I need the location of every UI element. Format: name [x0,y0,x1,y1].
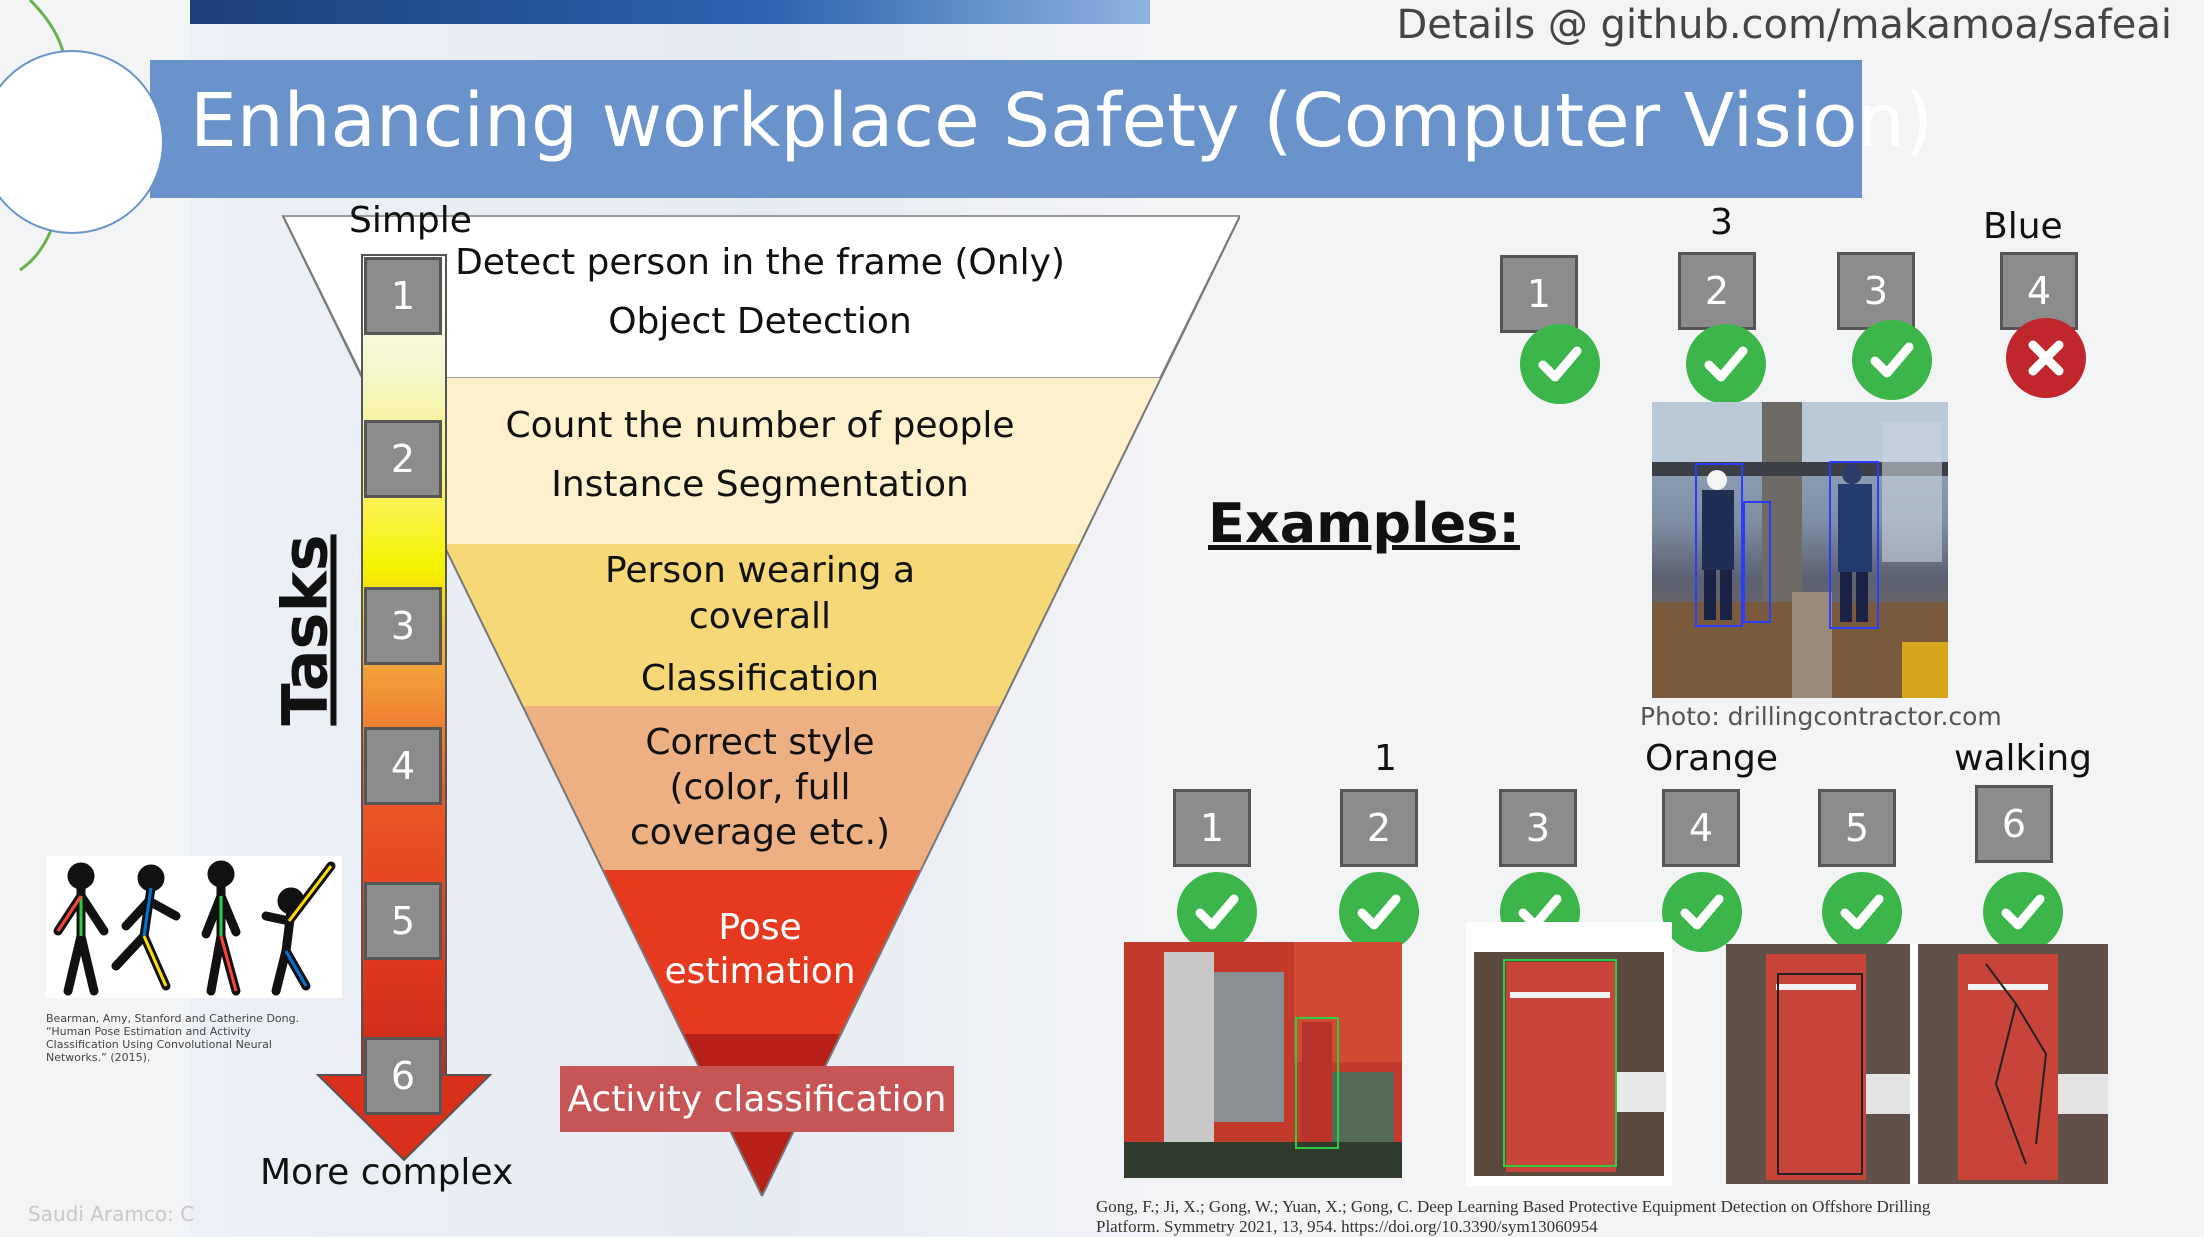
pose-estimation-figures [46,856,342,998]
level-5-text: Pose estimation [610,906,910,994]
top-value-4: Blue [1983,206,2063,247]
check-icon [2001,894,2045,930]
level-4-line-1: Correct style [645,722,875,763]
bottom-value-6: walking [1954,738,2093,779]
bottom-check-6 [1983,872,2063,952]
task-step-5: 5 [364,882,442,960]
level-1-task: Detect person in the frame (Only) [455,242,1065,283]
bottom-step-6: 6 [1975,785,2053,863]
bottom-check-2 [1339,872,1419,952]
task-step-2: 2 [364,420,442,498]
check-icon [1680,894,1724,930]
offshore-photo-3 [1726,944,2108,1184]
top-step-1: 1 [1500,255,1578,333]
task-step-4: 4 [364,727,442,805]
activity-classification-box: Activity classification [560,1066,954,1132]
tasks-axis-label: Tasks [268,534,342,726]
bottom-step-1: 1 [1173,789,1251,867]
top-cross-4 [2006,318,2086,398]
check-icon [1840,894,1884,930]
more-complex-label: More complex [260,1152,514,1193]
simple-label: Simple [349,200,472,241]
level-5-line-2: estimation [664,951,856,992]
top-value-2: 3 [1710,202,1733,243]
level-3-method: Classification [640,658,880,699]
bottom-check-5 [1822,872,1902,952]
reference-line-1: Gong, F.; Ji, X.; Gong, W.; Yuan, X.; Go… [1096,1197,1931,1216]
level-3-task-b: coverall [688,596,832,637]
level-2-text: Count the number of people Instance Segm… [450,405,1070,505]
bottom-check-4 [1662,872,1742,952]
top-check-2 [1686,324,1766,404]
pose-stick-figures-image [53,860,336,996]
check-icon [1538,346,1582,382]
level-1-text: Detect person in the frame (Only) Object… [450,242,1070,342]
reference-line-2: Platform. Symmetry 2021, 13, 954. https:… [1096,1217,1598,1236]
check-icon [1195,894,1239,930]
drilling-photo-illustration [1652,402,1948,698]
top-step-2: 2 [1678,252,1756,330]
offshore-photo-1 [1124,942,1402,1178]
offshore-photo-2 [1466,922,1672,1186]
level-3-text: Person wearing a coverall Classification [500,548,1020,702]
level-4-line-2: (color, full [669,767,851,808]
task-step-1: 1 [364,257,442,335]
bottom-step-2: 2 [1340,789,1418,867]
level-5-line-1: Pose [718,907,802,948]
bottom-value-2: 1 [1374,738,1397,779]
details-link[interactable]: Details @ github.com/makamoa/safeai [1396,2,2172,48]
check-icon [1870,342,1914,378]
task-step-6: 6 [364,1037,442,1115]
footer-company: Saudi Aramco: C [28,1202,195,1226]
check-icon [1704,346,1748,382]
level-4-line-3: coverage etc.) [629,812,891,853]
check-icon [1357,894,1401,930]
bottom-step-5: 5 [1818,789,1896,867]
pose-citation: Bearman, Amy, Stanford and Catherine Don… [46,1012,300,1064]
level-2-task: Count the number of people [505,405,1015,446]
level-3-task-a: Person wearing a [604,550,916,591]
bottom-check-1 [1177,872,1257,952]
level-2-method: Instance Segmentation [551,464,969,505]
cross-icon [2028,340,2064,376]
level-4-text: Correct style (color, full coverage etc.… [560,720,960,855]
top-check-3 [1852,320,1932,400]
photo-credit: Photo: drillingcontractor.com [1640,702,2002,731]
level-1-method: Object Detection [608,301,912,342]
bottom-step-3: 3 [1499,789,1577,867]
examples-heading: Examples: [1208,492,1520,555]
top-check-1 [1520,324,1600,404]
bottom-value-4: Orange [1645,738,1779,779]
top-step-3: 3 [1837,252,1915,330]
coverall-worker-illustration [1474,952,1666,1176]
drilling-platform-photo [1652,402,1948,698]
offshore-photo-illustration [1124,942,1402,1178]
bottom-step-4: 4 [1662,789,1740,867]
tasks-axis-label-wrap: Tasks [255,530,355,730]
task-step-3: 3 [364,587,442,665]
pose-worker-illustration [1726,944,2108,1184]
